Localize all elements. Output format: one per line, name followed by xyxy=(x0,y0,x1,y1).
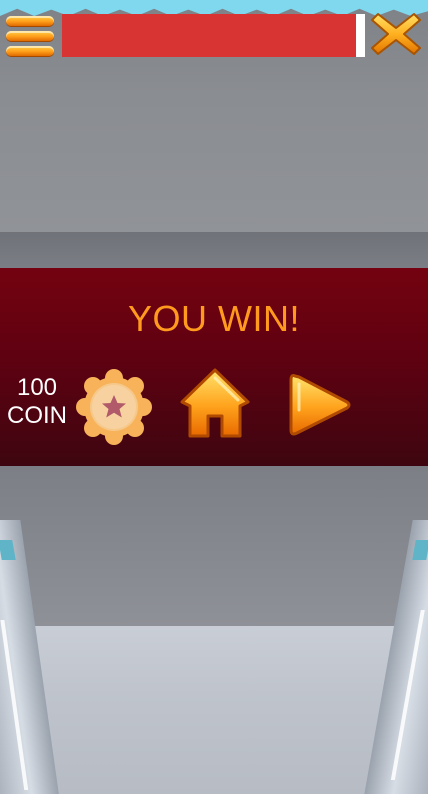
wall-shadow-band xyxy=(0,232,428,268)
star-coin-icon xyxy=(76,369,152,445)
menu-button[interactable] xyxy=(6,14,54,56)
right-pillar-cap xyxy=(412,540,428,560)
close-x-icon xyxy=(371,13,421,55)
reward-unit: COIN xyxy=(7,402,67,429)
win-title: YOU WIN! xyxy=(128,298,300,339)
play-next-icon xyxy=(289,374,351,436)
reward-amount: 100 xyxy=(16,374,58,401)
hamburger-menu-icon xyxy=(6,16,54,26)
hud-bar xyxy=(0,0,428,58)
close-button[interactable] xyxy=(370,10,422,58)
home-icon xyxy=(180,368,250,438)
reward-label: 100 COIN xyxy=(4,374,70,430)
reward-coin xyxy=(76,368,152,446)
home-button[interactable] xyxy=(178,366,252,442)
next-level-button[interactable] xyxy=(287,370,353,440)
level-progress-fill xyxy=(62,14,356,57)
corridor-floor xyxy=(0,626,428,794)
corridor-wall xyxy=(0,466,428,626)
win-panel: YOU WIN! 100 COIN xyxy=(0,268,428,466)
level-progress-bar xyxy=(62,14,365,57)
